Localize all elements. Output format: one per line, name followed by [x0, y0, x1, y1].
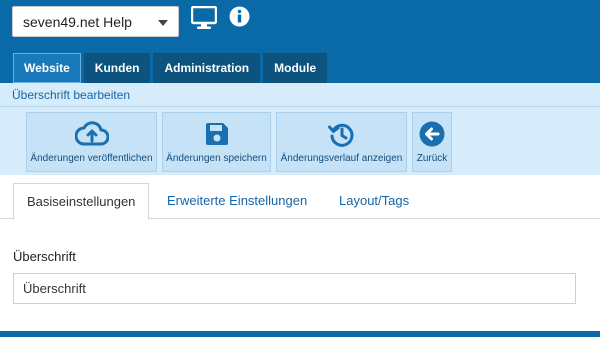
- top-bar: seven49.net Help Website Kunden Administ…: [0, 0, 600, 83]
- tab-module[interactable]: Module: [263, 53, 328, 83]
- save-changes-label: Änderungen speichern: [166, 153, 267, 164]
- page-tabs: Basiseinstellungen Erweiterte Einstellun…: [0, 183, 600, 220]
- bottom-bar: [0, 331, 600, 337]
- save-icon: [205, 123, 228, 145]
- publish-changes-button[interactable]: Änderungen veröffentlichen: [26, 112, 157, 172]
- heading-input[interactable]: [13, 273, 576, 304]
- info-icon[interactable]: [229, 6, 250, 27]
- tab-layout-tags[interactable]: Layout/Tags: [339, 183, 409, 219]
- breadcrumb-label: Überschrift bearbeiten: [12, 88, 131, 102]
- main-nav: Website Kunden Administration Module: [13, 53, 328, 83]
- tab-website[interactable]: Website: [13, 53, 81, 83]
- history-icon: [327, 123, 353, 147]
- tab-kunden[interactable]: Kunden: [83, 53, 151, 83]
- heading-field-label: Überschrift: [13, 249, 76, 264]
- arrow-left-circle-icon: [419, 121, 445, 147]
- breadcrumb: Überschrift bearbeiten: [0, 83, 600, 107]
- publish-changes-label: Änderungen veröffentlichen: [30, 153, 153, 164]
- tab-erweiterte-einstellungen[interactable]: Erweiterte Einstellungen: [167, 183, 307, 219]
- save-changes-button[interactable]: Änderungen speichern: [162, 112, 271, 172]
- tab-administration[interactable]: Administration: [153, 53, 261, 83]
- site-select-value: seven49.net Help: [23, 14, 132, 30]
- show-history-label: Änderungsverlauf anzeigen: [280, 153, 403, 164]
- monitor-icon[interactable]: [191, 6, 217, 30]
- toolbar: Änderungen veröffentlichen Änderungen sp…: [0, 107, 600, 175]
- cloud-upload-icon: [74, 121, 109, 146]
- chevron-down-icon: [158, 20, 168, 26]
- back-label: Zurück: [416, 153, 448, 164]
- back-button[interactable]: Zurück: [412, 112, 452, 172]
- show-history-button[interactable]: Änderungsverlauf anzeigen: [276, 112, 407, 172]
- site-select[interactable]: seven49.net Help: [12, 6, 179, 37]
- tab-basiseinstellungen[interactable]: Basiseinstellungen: [13, 183, 150, 220]
